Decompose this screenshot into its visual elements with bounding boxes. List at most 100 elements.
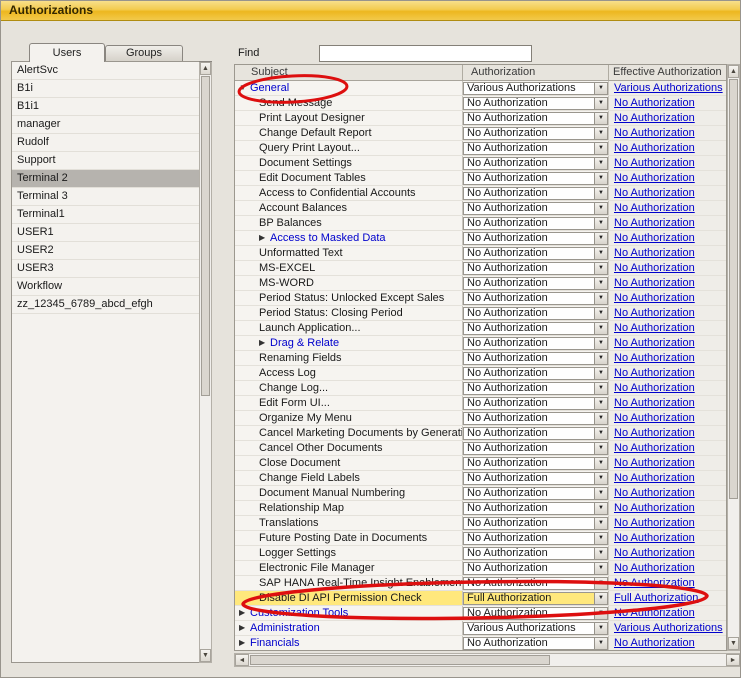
effective-authorization-link[interactable]: No Authorization xyxy=(614,397,695,409)
dropdown-arrow-icon[interactable]: ▼ xyxy=(594,353,607,364)
authorization-dropdown[interactable]: No Authorization▼ xyxy=(463,517,608,530)
subject-cell[interactable]: Query Print Layout... xyxy=(235,141,463,155)
table-vertical-scrollbar[interactable]: ▲ ▼ xyxy=(727,64,740,651)
authorization-dropdown[interactable]: No Authorization▼ xyxy=(463,637,608,650)
authorization-dropdown[interactable]: No Authorization▼ xyxy=(463,187,608,200)
dropdown-arrow-icon[interactable]: ▼ xyxy=(594,143,607,154)
subject-cell[interactable]: MS-EXCEL xyxy=(235,261,463,275)
subject-cell[interactable]: Renaming Fields xyxy=(235,351,463,365)
effective-authorization-link[interactable]: No Authorization xyxy=(614,112,695,124)
scroll-right-arrow-icon[interactable]: ► xyxy=(726,654,740,666)
authorization-dropdown[interactable]: No Authorization▼ xyxy=(463,142,608,155)
dropdown-arrow-icon[interactable]: ▼ xyxy=(594,203,607,214)
table-row[interactable]: Query Print Layout...No Authorization▼No… xyxy=(235,141,726,156)
authorization-dropdown[interactable]: No Authorization▼ xyxy=(463,112,608,125)
table-row[interactable]: ▶Customization ToolsNo Authorization▼No … xyxy=(235,606,726,621)
dropdown-arrow-icon[interactable]: ▼ xyxy=(594,608,607,619)
effective-authorization-link[interactable]: No Authorization xyxy=(614,217,695,229)
dropdown-arrow-icon[interactable]: ▼ xyxy=(594,503,607,514)
table-row[interactable]: Unformatted TextNo Authorization▼No Auth… xyxy=(235,246,726,261)
authorization-dropdown[interactable]: No Authorization▼ xyxy=(463,202,608,215)
table-row[interactable]: Account BalancesNo Authorization▼No Auth… xyxy=(235,201,726,216)
column-header-subject[interactable]: Subject xyxy=(235,65,463,80)
authorization-dropdown[interactable]: No Authorization▼ xyxy=(463,217,608,230)
effective-authorization-link[interactable]: No Authorization xyxy=(614,277,695,289)
user-list-item[interactable]: USER3 xyxy=(12,260,199,278)
effective-authorization-link[interactable]: No Authorization xyxy=(614,352,695,364)
subject-cell[interactable]: Document Manual Numbering xyxy=(235,486,463,500)
subject-cell[interactable]: Change Log... xyxy=(235,381,463,395)
effective-authorization-link[interactable]: No Authorization xyxy=(614,367,695,379)
dropdown-arrow-icon[interactable]: ▼ xyxy=(594,308,607,319)
table-row[interactable]: Close DocumentNo Authorization▼No Author… xyxy=(235,456,726,471)
dropdown-arrow-icon[interactable]: ▼ xyxy=(594,548,607,559)
table-scroll-up-arrow-icon[interactable]: ▲ xyxy=(728,65,739,78)
user-list-item[interactable]: Terminal1 xyxy=(12,206,199,224)
subject-cell[interactable]: Change Field Labels xyxy=(235,471,463,485)
user-list-item[interactable]: zz_12345_6789_abcd_efgh xyxy=(12,296,199,314)
subject-cell[interactable]: Translations xyxy=(235,516,463,530)
authorization-dropdown[interactable]: No Authorization▼ xyxy=(463,502,608,515)
dropdown-arrow-icon[interactable]: ▼ xyxy=(594,293,607,304)
effective-authorization-link[interactable]: No Authorization xyxy=(614,382,695,394)
effective-authorization-link[interactable]: No Authorization xyxy=(614,307,695,319)
authorization-dropdown[interactable]: No Authorization▼ xyxy=(463,562,608,575)
user-list-item[interactable]: B1i xyxy=(12,80,199,98)
authorization-dropdown[interactable]: No Authorization▼ xyxy=(463,307,608,320)
authorization-dropdown[interactable]: No Authorization▼ xyxy=(463,277,608,290)
table-row[interactable]: ▶FinancialsNo Authorization▼No Authoriza… xyxy=(235,636,726,651)
authorization-dropdown[interactable]: No Authorization▼ xyxy=(463,442,608,455)
table-row[interactable]: Cancel Marketing Documents by GeneratiNo… xyxy=(235,426,726,441)
dropdown-arrow-icon[interactable]: ▼ xyxy=(594,428,607,439)
table-horizontal-scrollbar[interactable]: ◄ ► xyxy=(234,653,741,667)
table-row[interactable]: SAP HANA Real-Time Insight EnablementNo … xyxy=(235,576,726,591)
dropdown-arrow-icon[interactable]: ▼ xyxy=(594,188,607,199)
effective-authorization-link[interactable]: No Authorization xyxy=(614,562,695,574)
authorization-dropdown[interactable]: No Authorization▼ xyxy=(463,532,608,545)
subject-cell[interactable]: Access Log xyxy=(235,366,463,380)
dropdown-arrow-icon[interactable]: ▼ xyxy=(594,578,607,589)
authorization-dropdown[interactable]: No Authorization▼ xyxy=(463,487,608,500)
authorization-dropdown[interactable]: Full Authorization▼ xyxy=(463,592,608,605)
dropdown-arrow-icon[interactable]: ▼ xyxy=(594,128,607,139)
dropdown-arrow-icon[interactable]: ▼ xyxy=(594,533,607,544)
user-list-scroll-thumb[interactable] xyxy=(201,76,210,396)
effective-authorization-link[interactable]: No Authorization xyxy=(614,457,695,469)
expand-triangle-icon[interactable]: ▶ xyxy=(259,336,270,350)
dropdown-arrow-icon[interactable]: ▼ xyxy=(594,248,607,259)
subject-cell[interactable]: Edit Document Tables xyxy=(235,171,463,185)
effective-authorization-link[interactable]: No Authorization xyxy=(614,577,695,589)
effective-authorization-link[interactable]: No Authorization xyxy=(614,487,695,499)
effective-authorization-link[interactable]: No Authorization xyxy=(614,607,695,619)
subject-cell[interactable]: Print Layout Designer xyxy=(235,111,463,125)
expand-triangle-icon[interactable]: ▶ xyxy=(239,621,250,635)
table-row[interactable]: Edit Form UI...No Authorization▼No Autho… xyxy=(235,396,726,411)
authorization-dropdown[interactable]: No Authorization▼ xyxy=(463,352,608,365)
table-horizontal-scroll-thumb[interactable] xyxy=(250,655,550,665)
dropdown-arrow-icon[interactable]: ▼ xyxy=(594,563,607,574)
table-row[interactable]: Relationship MapNo Authorization▼No Auth… xyxy=(235,501,726,516)
expand-triangle-icon[interactable]: ▶ xyxy=(239,606,250,620)
table-row[interactable]: Edit Document TablesNo Authorization▼No … xyxy=(235,171,726,186)
table-row[interactable]: BP BalancesNo Authorization▼No Authoriza… xyxy=(235,216,726,231)
authorization-dropdown[interactable]: No Authorization▼ xyxy=(463,262,608,275)
authorization-dropdown[interactable]: No Authorization▼ xyxy=(463,367,608,380)
user-list-item[interactable]: Rudolf xyxy=(12,134,199,152)
subject-cell[interactable]: Relationship Map xyxy=(235,501,463,515)
dropdown-arrow-icon[interactable]: ▼ xyxy=(594,518,607,529)
table-row[interactable]: Change Log...No Authorization▼No Authori… xyxy=(235,381,726,396)
dropdown-arrow-icon[interactable]: ▼ xyxy=(594,113,607,124)
dropdown-arrow-icon[interactable]: ▼ xyxy=(594,98,607,109)
table-row[interactable]: ▼GeneralVarious Authorizations▼Various A… xyxy=(235,81,726,96)
effective-authorization-link[interactable]: No Authorization xyxy=(614,127,695,139)
subject-cell[interactable]: Logger Settings xyxy=(235,546,463,560)
authorization-dropdown[interactable]: No Authorization▼ xyxy=(463,247,608,260)
subject-cell[interactable]: Cancel Marketing Documents by Generati xyxy=(235,426,463,440)
column-header-authorization[interactable]: Authorization xyxy=(463,65,609,80)
user-list-item[interactable]: USER1 xyxy=(12,224,199,242)
table-row[interactable]: Electronic File ManagerNo Authorization▼… xyxy=(235,561,726,576)
scroll-left-arrow-icon[interactable]: ◄ xyxy=(235,654,249,666)
table-scroll-down-arrow-icon[interactable]: ▼ xyxy=(728,637,739,650)
subject-cell[interactable]: ▶Financials xyxy=(235,636,463,650)
table-row[interactable]: MS-EXCELNo Authorization▼No Authorizatio… xyxy=(235,261,726,276)
